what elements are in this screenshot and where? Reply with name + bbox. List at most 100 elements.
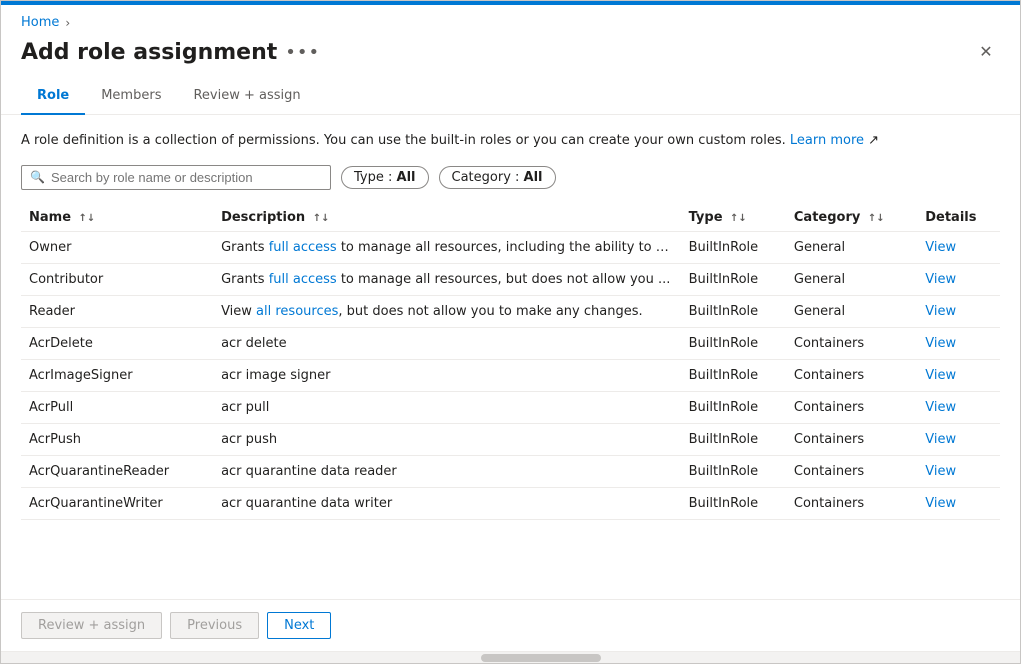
search-icon: 🔍 (30, 170, 45, 184)
cell-details[interactable]: View (917, 295, 1000, 327)
cell-type: BuiltInRole (681, 455, 786, 487)
category-filter-value: All (524, 170, 543, 185)
tab-members[interactable]: Members (85, 78, 177, 115)
close-button[interactable]: ✕ (972, 38, 1000, 66)
cell-role-name: Contributor (21, 263, 213, 295)
external-link-icon: ↗ (864, 133, 879, 148)
cell-type: BuiltInRole (681, 423, 786, 455)
category-sort-icon: ↑↓ (868, 213, 885, 224)
cell-description: Grants full access to manage all resourc… (213, 263, 681, 295)
home-breadcrumb-link[interactable]: Home (21, 15, 59, 30)
cell-category: Containers (786, 423, 917, 455)
cell-details[interactable]: View (917, 231, 1000, 263)
cell-description: View all resources, but does not allow y… (213, 295, 681, 327)
table-header: Name ↑↓ Description ↑↓ Type ↑↓ Categor (21, 204, 1000, 232)
breadcrumb-separator: › (65, 16, 70, 30)
cell-category: Containers (786, 391, 917, 423)
table-row[interactable]: AcrQuarantineReaderacr quarantine data r… (21, 455, 1000, 487)
cell-type: BuiltInRole (681, 263, 786, 295)
cell-description: Grants full access to manage all resourc… (213, 231, 681, 263)
cell-type: BuiltInRole (681, 231, 786, 263)
cell-role-name: AcrQuarantineWriter (21, 487, 213, 519)
table-row[interactable]: AcrImageSigneracr image signerBuiltInRol… (21, 359, 1000, 391)
view-link[interactable]: View (925, 240, 956, 255)
roles-table: Name ↑↓ Description ↑↓ Type ↑↓ Categor (21, 204, 1000, 520)
cell-category: Containers (786, 487, 917, 519)
table-row[interactable]: ContributorGrants full access to manage … (21, 263, 1000, 295)
cell-role-name: AcrPull (21, 391, 213, 423)
view-link[interactable]: View (925, 496, 956, 511)
search-box[interactable]: 🔍 (21, 165, 331, 190)
cell-role-name: AcrDelete (21, 327, 213, 359)
page-title: Add role assignment (21, 40, 277, 65)
view-link[interactable]: View (925, 464, 956, 479)
col-name[interactable]: Name ↑↓ (21, 204, 213, 232)
cell-details[interactable]: View (917, 327, 1000, 359)
cell-description: acr quarantine data reader (213, 455, 681, 487)
content-area: A role definition is a collection of per… (1, 115, 1020, 599)
cell-details[interactable]: View (917, 423, 1000, 455)
filter-row: 🔍 Type : All Category : All (21, 165, 1000, 190)
cell-category: General (786, 295, 917, 327)
cell-role-name: Owner (21, 231, 213, 263)
cell-description: acr pull (213, 391, 681, 423)
category-filter-chip[interactable]: Category : All (439, 166, 556, 189)
cell-category: Containers (786, 455, 917, 487)
cell-category: Containers (786, 359, 917, 391)
name-sort-icon: ↑↓ (79, 213, 96, 224)
view-link[interactable]: View (925, 368, 956, 383)
view-link[interactable]: View (925, 336, 956, 351)
cell-type: BuiltInRole (681, 359, 786, 391)
table-row[interactable]: OwnerGrants full access to manage all re… (21, 231, 1000, 263)
col-details: Details (917, 204, 1000, 232)
type-sort-icon: ↑↓ (730, 213, 747, 224)
cell-role-name: AcrPush (21, 423, 213, 455)
tab-review-assign[interactable]: Review + assign (177, 78, 316, 115)
cell-type: BuiltInRole (681, 327, 786, 359)
horizontal-scrollbar[interactable] (1, 651, 1020, 663)
next-button[interactable]: Next (267, 612, 331, 639)
table-row[interactable]: AcrPushacr pushBuiltInRoleContainers View (21, 423, 1000, 455)
roles-table-container: Name ↑↓ Description ↑↓ Type ↑↓ Categor (21, 204, 1000, 520)
col-category[interactable]: Category ↑↓ (786, 204, 917, 232)
cell-type: BuiltInRole (681, 487, 786, 519)
table-row[interactable]: ReaderView all resources, but does not a… (21, 295, 1000, 327)
tabs-row: Role Members Review + assign (1, 78, 1020, 115)
type-filter-value: All (397, 170, 416, 185)
cell-description: acr quarantine data writer (213, 487, 681, 519)
cell-description: acr push (213, 423, 681, 455)
table-body: OwnerGrants full access to manage all re… (21, 231, 1000, 519)
cell-details[interactable]: View (917, 391, 1000, 423)
type-filter-chip[interactable]: Type : All (341, 166, 429, 189)
title-left: Add role assignment ••• (21, 40, 320, 65)
tab-role[interactable]: Role (21, 78, 85, 115)
cell-details[interactable]: View (917, 455, 1000, 487)
view-link[interactable]: View (925, 272, 956, 287)
cell-role-name: AcrQuarantineReader (21, 455, 213, 487)
title-row: Add role assignment ••• ✕ (1, 34, 1020, 78)
search-input[interactable] (51, 170, 322, 185)
cell-role-name: Reader (21, 295, 213, 327)
col-description[interactable]: Description ↑↓ (213, 204, 681, 232)
info-text: A role definition is a collection of per… (21, 131, 1000, 151)
main-window: Home › Add role assignment ••• ✕ Role Me… (0, 0, 1021, 664)
view-link[interactable]: View (925, 400, 956, 415)
table-row[interactable]: AcrDeleteacr deleteBuiltInRoleContainers… (21, 327, 1000, 359)
table-row[interactable]: AcrPullacr pullBuiltInRoleContainersView (21, 391, 1000, 423)
cell-category: Containers (786, 327, 917, 359)
more-options-icon[interactable]: ••• (285, 42, 320, 63)
view-link[interactable]: View (925, 304, 956, 319)
cell-details[interactable]: View (917, 359, 1000, 391)
learn-more-link[interactable]: Learn more (790, 133, 864, 148)
cell-description: acr delete (213, 327, 681, 359)
table-row[interactable]: AcrQuarantineWriteracr quarantine data w… (21, 487, 1000, 519)
cell-type: BuiltInRole (681, 295, 786, 327)
footer: Review + assign Previous Next (1, 599, 1020, 651)
cell-details[interactable]: View (917, 263, 1000, 295)
col-type[interactable]: Type ↑↓ (681, 204, 786, 232)
previous-button[interactable]: Previous (170, 612, 259, 639)
view-link[interactable]: View (925, 432, 956, 447)
cell-details[interactable]: View (917, 487, 1000, 519)
review-assign-button[interactable]: Review + assign (21, 612, 162, 639)
cell-description: acr image signer (213, 359, 681, 391)
